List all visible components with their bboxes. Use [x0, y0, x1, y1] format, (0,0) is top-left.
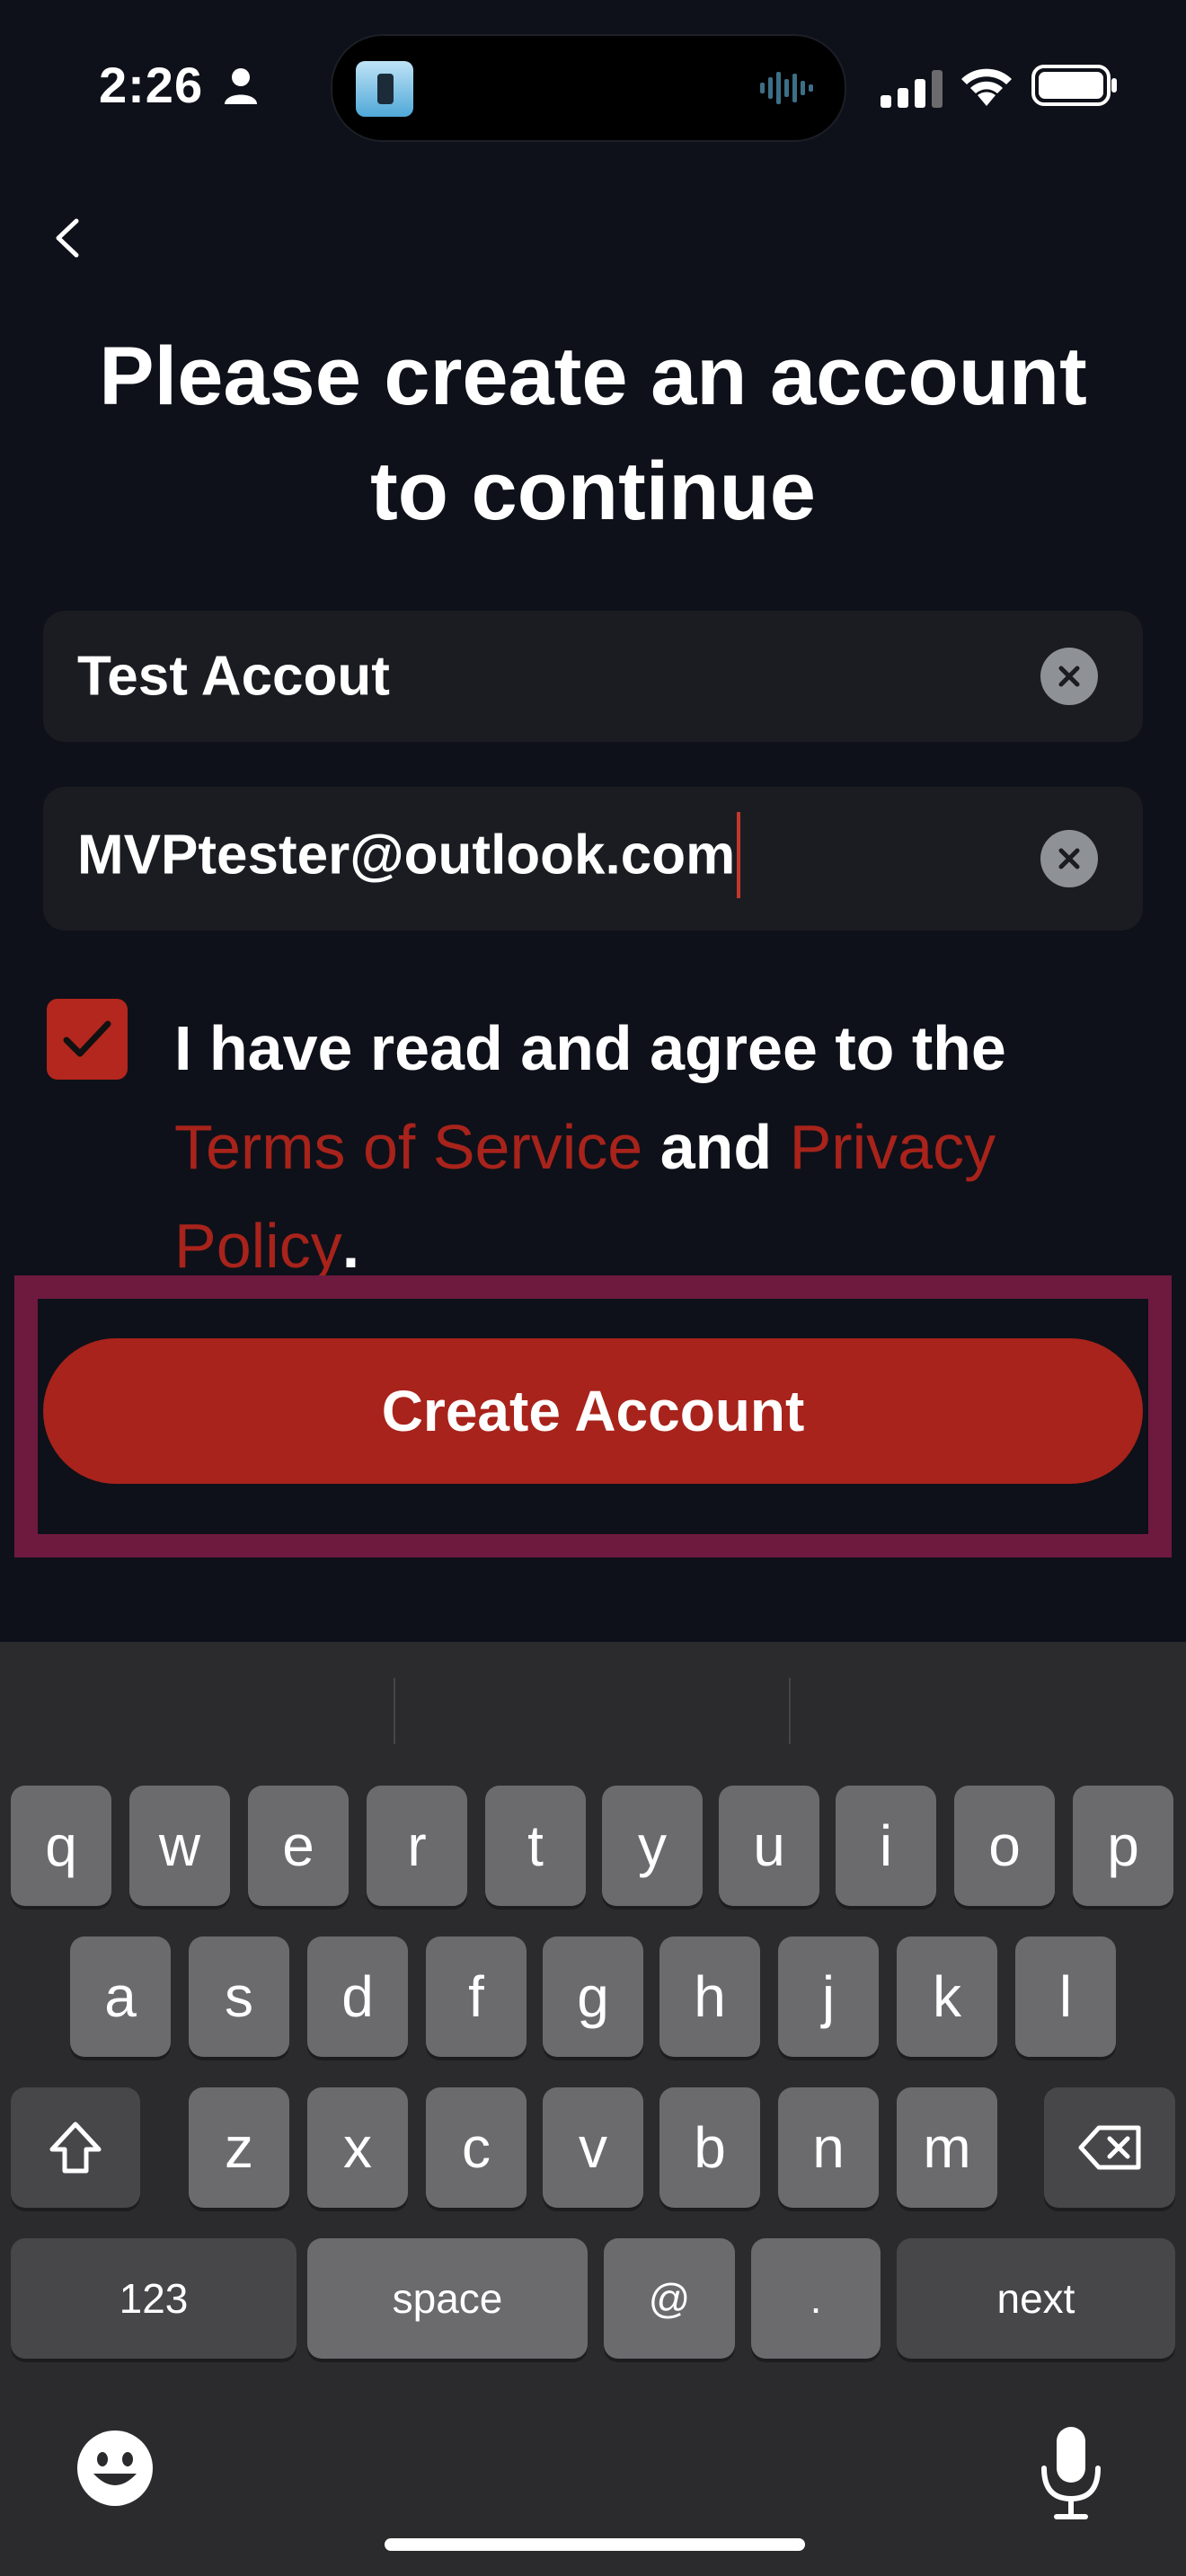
space-key[interactable]: space [307, 2238, 588, 2359]
key-q[interactable]: q [11, 1786, 111, 1906]
microphone-icon [1041, 2427, 1101, 2519]
clear-x-icon [1058, 666, 1080, 687]
suggestion-divider [789, 1678, 791, 1744]
checkmark-icon [63, 1020, 111, 1057]
now-playing-thumbnail [356, 61, 413, 117]
key-m[interactable]: m [897, 2087, 997, 2208]
key-v[interactable]: v [543, 2087, 643, 2208]
key-n[interactable]: n [778, 2087, 879, 2208]
key-b[interactable]: b [659, 2087, 760, 2208]
home-indicator [385, 2538, 805, 2551]
emoji-icon [77, 2430, 153, 2506]
key-w[interactable]: w [129, 1786, 230, 1906]
clear-x-icon [1058, 848, 1080, 869]
battery-icon [1031, 65, 1117, 106]
wifi-icon [961, 68, 1012, 106]
name-field[interactable]: Test Accout [43, 611, 1143, 742]
email-field[interactable]: MVPtester@outlook.com [43, 787, 1143, 931]
page-title-line-2: to continue [370, 446, 816, 537]
keyboard: q w e r t y u i o p a s d f g h j k l z … [0, 1642, 1186, 2576]
key-z[interactable]: z [189, 2087, 289, 2208]
status-time: 2:26 [99, 57, 204, 113]
create-account-button[interactable]: Create Account [43, 1338, 1143, 1484]
agree-and: and [659, 1112, 773, 1182]
key-i[interactable]: i [836, 1786, 936, 1906]
key-y[interactable]: y [602, 1786, 703, 1906]
dynamic-island[interactable] [331, 34, 846, 142]
key-u[interactable]: u [719, 1786, 819, 1906]
agree-suffix: . [341, 1211, 360, 1281]
key-o[interactable]: o [954, 1786, 1055, 1906]
page-title: Please create an account to continue [36, 319, 1150, 549]
key-s[interactable]: s [189, 1936, 289, 2057]
status-bar: 2:26 [0, 0, 1186, 180]
numbers-key[interactable]: 123 [11, 2238, 296, 2359]
backspace-key[interactable] [1044, 2087, 1175, 2208]
email-field-value-wrap: MVPtester@outlook.com [77, 812, 741, 898]
audio-waveform-icon [760, 72, 813, 104]
page-title-line-1: Please create an account [99, 331, 1087, 422]
clear-name-button[interactable] [1040, 648, 1098, 705]
key-p[interactable]: p [1073, 1786, 1173, 1906]
clear-email-button[interactable] [1040, 830, 1098, 887]
key-r[interactable]: r [367, 1786, 467, 1906]
key-g[interactable]: g [543, 1936, 643, 2057]
key-h[interactable]: h [659, 1936, 760, 2057]
dot-key[interactable]: . [751, 2238, 881, 2359]
next-key[interactable]: next [897, 2238, 1175, 2359]
email-field-value: MVPtester@outlook.com [77, 824, 736, 887]
key-d[interactable]: d [307, 1936, 408, 2057]
key-c[interactable]: c [426, 2087, 527, 2208]
text-caret [737, 812, 741, 898]
back-button[interactable] [36, 207, 99, 269]
agree-checkbox[interactable] [47, 999, 128, 1080]
key-t[interactable]: t [485, 1786, 586, 1906]
key-l[interactable]: l [1015, 1936, 1116, 2057]
chevron-left-icon [56, 218, 79, 258]
key-j[interactable]: j [778, 1936, 879, 2057]
key-f[interactable]: f [426, 1936, 527, 2057]
cellular-signal-icon [881, 70, 943, 108]
name-field-value: Test Accout [77, 645, 390, 708]
terms-of-service-link[interactable]: Terms of Service [174, 1112, 642, 1182]
shift-key[interactable] [11, 2087, 140, 2208]
key-a[interactable]: a [70, 1936, 171, 2057]
key-e[interactable]: e [248, 1786, 349, 1906]
person-icon [225, 68, 257, 104]
suggestion-divider [394, 1678, 395, 1744]
key-k[interactable]: k [897, 1936, 997, 2057]
shift-icon [49, 2122, 102, 2174]
at-key[interactable]: @ [604, 2238, 735, 2359]
emoji-button[interactable] [72, 2425, 158, 2511]
dictation-button[interactable] [1037, 2423, 1105, 2522]
agree-prefix: I have read and agree to the [174, 1013, 1006, 1083]
key-x[interactable]: x [307, 2087, 408, 2208]
agree-text: I have read and agree to the Terms of Se… [174, 999, 1163, 1295]
backspace-icon [1078, 2125, 1141, 2170]
